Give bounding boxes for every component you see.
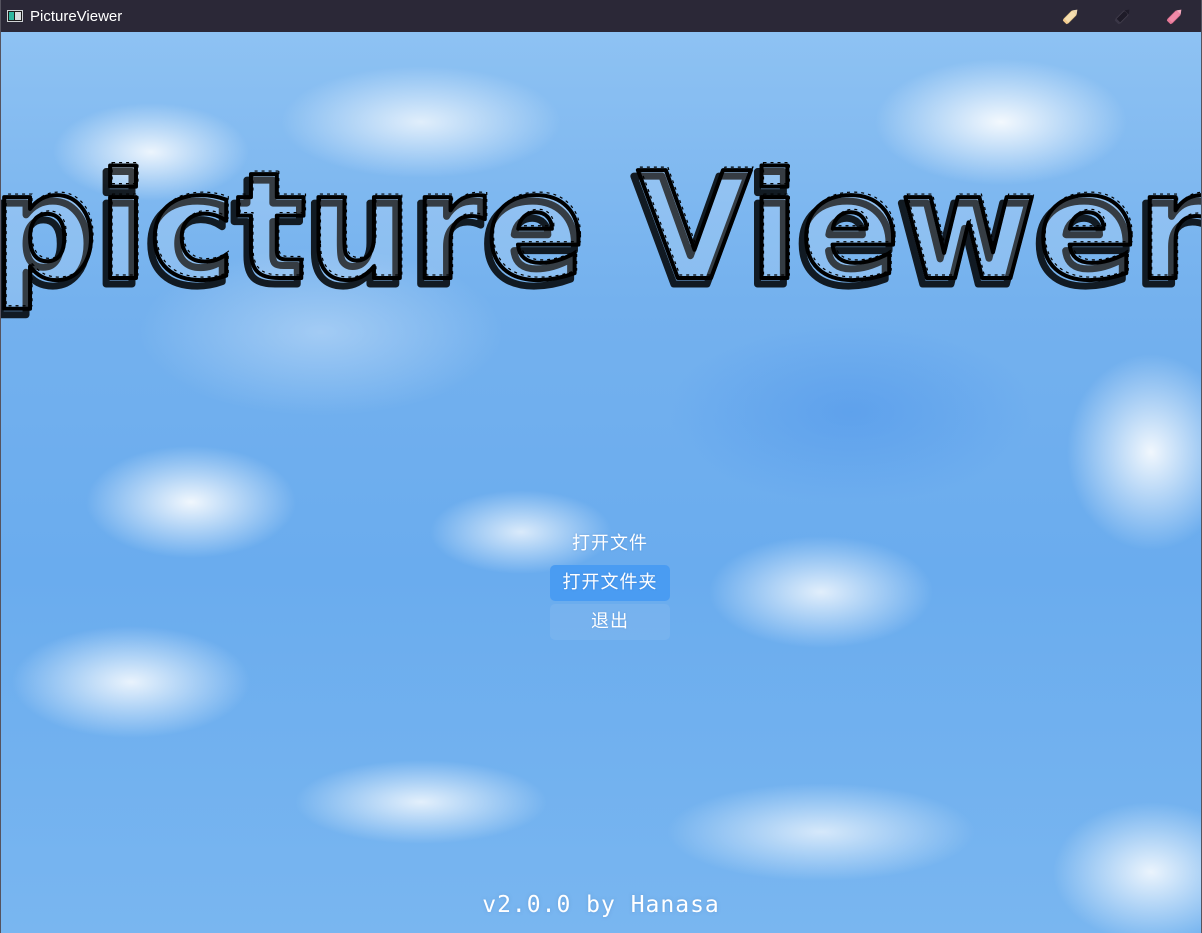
window-controls <box>1045 0 1201 32</box>
main-menu: 打开文件 打开文件夹 退出 <box>550 526 670 643</box>
app-logo-title: picture Viewer picture Viewer picture Vi… <box>1 150 1201 320</box>
app-icon <box>7 10 23 22</box>
close-button[interactable] <box>1149 0 1201 32</box>
logo-title-svg: picture Viewer picture Viewer picture Vi… <box>1 150 1201 320</box>
maximize-button[interactable] <box>1097 0 1149 32</box>
open-folder-button[interactable]: 打开文件夹 <box>550 565 670 601</box>
title-bar[interactable]: PictureViewer <box>1 0 1201 32</box>
pencil-icon <box>1166 9 1182 25</box>
version-label: v2.0.0 by Hanasa <box>482 892 720 918</box>
minimize-button[interactable] <box>1045 0 1097 32</box>
pencil-icon <box>1062 9 1078 25</box>
exit-button[interactable]: 退出 <box>550 604 670 640</box>
open-file-button[interactable]: 打开文件 <box>550 526 670 562</box>
app-window: PictureViewer picture Viewer picture Vie… <box>0 0 1202 933</box>
window-title: PictureViewer <box>30 7 123 25</box>
sky-background: picture Viewer picture Viewer picture Vi… <box>1 32 1201 933</box>
pencil-icon <box>1114 9 1130 25</box>
logo-title-scribble: picture Viewer <box>1 150 1201 310</box>
